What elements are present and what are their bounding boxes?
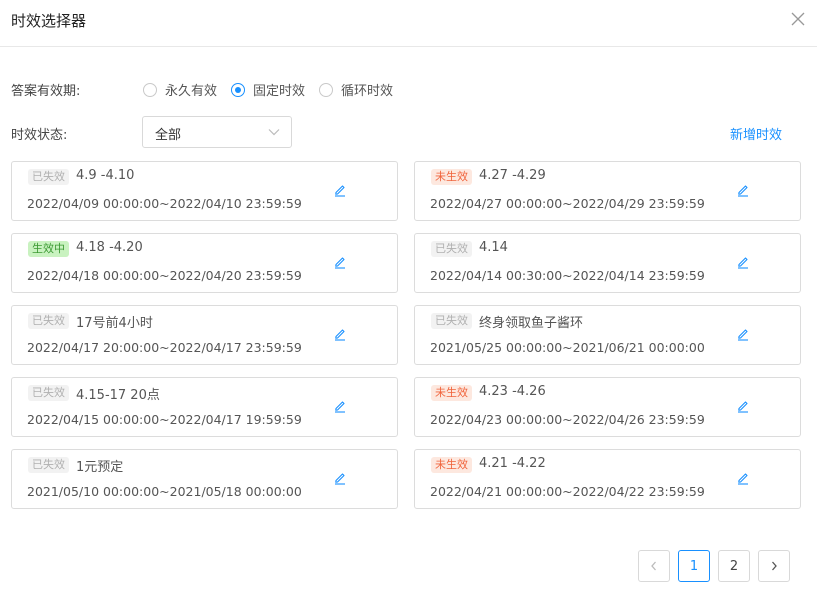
validity-range: 2022/04/17 20:00:00~2022/04/17 23:59:59 [27, 340, 302, 355]
validity-label: 答案有效期: [11, 84, 81, 99]
validity-name: 1元预定 [76, 460, 124, 475]
status-badge: 已失效 [28, 313, 69, 329]
chevron-left-icon [651, 561, 656, 571]
edit-icon[interactable] [736, 399, 750, 413]
validity-name: 4.9 -4.10 [76, 168, 135, 183]
validity-range: 2022/04/14 00:30:00~2022/04/14 23:59:59 [430, 268, 705, 283]
edit-icon[interactable] [333, 327, 347, 341]
status-label: 时效状态: [11, 128, 68, 143]
radio-circle [231, 82, 246, 97]
status-badge: 已失效 [28, 457, 69, 473]
status-badge: 已失效 [28, 169, 69, 185]
validity-name: 4.14 [479, 240, 508, 255]
validity-range: 2022/04/15 00:00:00~2022/04/17 19:59:59 [27, 412, 302, 427]
chevron-right-icon [772, 561, 777, 571]
edit-icon[interactable] [736, 183, 750, 197]
status-select[interactable]: 全部 [142, 116, 292, 148]
validity-name: 4.27 -4.29 [479, 168, 546, 183]
status-badge: 已失效 [28, 385, 69, 401]
validity-radio-group: 永久有效 固定时效 循环时效 [143, 80, 407, 99]
edit-icon[interactable] [736, 471, 750, 485]
status-badge: 已失效 [431, 313, 472, 329]
validity-range: 2022/04/27 00:00:00~2022/04/29 23:59:59 [430, 196, 705, 211]
prev-page-button[interactable] [638, 550, 670, 582]
status-badge: 未生效 [431, 457, 472, 473]
close-icon[interactable] [791, 12, 805, 26]
validity-range: 2022/04/23 00:00:00~2022/04/26 23:59:59 [430, 412, 705, 427]
radio-fixed[interactable]: 固定时效 [231, 80, 305, 99]
validity-card: 已失效 17号前4小时 2022/04/17 20:00:00~2022/04/17… [11, 305, 398, 365]
radio-circle [319, 82, 334, 97]
radio-permanent[interactable]: 永久有效 [143, 80, 217, 99]
validity-card: 已失效 终身领取鱼子酱环 2021/05/25 00:00:00~2021/06/2… [414, 305, 801, 365]
edit-icon[interactable] [333, 255, 347, 269]
edit-icon[interactable] [333, 471, 347, 485]
validity-name: 4.21 -4.22 [479, 456, 546, 471]
edit-icon[interactable] [736, 255, 750, 269]
status-select-value: 全部 [155, 128, 182, 143]
add-validity-link[interactable]: 新增时效 [730, 124, 782, 143]
status-badge: 生效中 [28, 241, 69, 257]
validity-name: 4.23 -4.26 [479, 384, 546, 399]
validity-card: 未生效 4.23 -4.26 2022/04/23 00:00:00~2022/04… [414, 377, 801, 437]
next-page-button[interactable] [758, 550, 790, 582]
dialog-title: 时效选择器 [11, 12, 87, 30]
dialog-header: 时效选择器 [0, 0, 817, 47]
validity-range: 2021/05/10 00:00:00~2021/05/18 00:00:00 [27, 484, 302, 499]
validity-card: 未生效 4.21 -4.22 2022/04/21 00:00:00~2022/04… [414, 449, 801, 509]
validity-card: 已失效 4.15-17 20点 2022/04/15 00:00:00~2022/0… [11, 377, 398, 437]
status-badge: 未生效 [431, 169, 472, 185]
status-badge: 已失效 [431, 241, 472, 257]
validity-card: 未生效 4.27 -4.29 2022/04/27 00:00:00~2022/04… [414, 161, 801, 221]
validity-name: 4.15-17 20点 [76, 388, 160, 403]
radio-label: 永久有效 [165, 84, 218, 99]
radio-label: 固定时效 [253, 84, 306, 99]
page-2-button[interactable]: 2 [718, 550, 750, 582]
radio-cyclic[interactable]: 循环时效 [319, 80, 393, 99]
validity-range: 2021/05/25 00:00:00~2021/06/21 00:00:00 [430, 340, 705, 355]
validity-card: 生效中 4.18 -4.20 2022/04/18 00:00:00~2022/04… [11, 233, 398, 293]
status-badge: 未生效 [431, 385, 472, 401]
chevron-down-icon [268, 129, 280, 136]
edit-icon[interactable] [333, 399, 347, 413]
page-1-button[interactable]: 1 [678, 550, 710, 582]
validity-range: 2022/04/09 00:00:00~2022/04/10 23:59:59 [27, 196, 302, 211]
validity-name: 17号前4小时 [76, 316, 153, 331]
validity-range: 2022/04/21 00:00:00~2022/04/22 23:59:59 [430, 484, 705, 499]
edit-icon[interactable] [333, 183, 347, 197]
validity-name: 4.18 -4.20 [76, 240, 143, 255]
validity-range: 2022/04/18 00:00:00~2022/04/20 23:59:59 [27, 268, 302, 283]
radio-circle [143, 82, 157, 97]
validity-card: 已失效 4.9 -4.10 2022/04/09 00:00:00~2022/04/… [11, 161, 398, 221]
validity-name: 终身领取鱼子酱环 [479, 316, 584, 331]
edit-icon[interactable] [736, 327, 750, 341]
validity-card: 已失效 1元预定 2021/05/10 00:00:00~2021/05/18 00… [11, 449, 398, 509]
radio-label: 循环时效 [341, 84, 394, 99]
validity-card: 已失效 4.14 2022/04/14 00:30:00~2022/04/14 23… [414, 233, 801, 293]
